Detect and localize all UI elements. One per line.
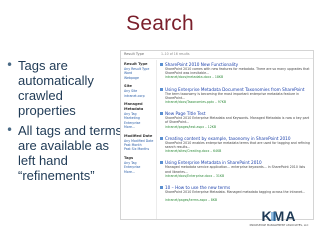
kma-logo-tagline: KNOWLEDGE MANAGEMENT ASSOCIATES, LLC [249,224,309,227]
result-snippet: SharePoint 2010 Enterprise Metadata. Man… [165,189,306,194]
result-title-link[interactable]: Using Enterprise Metadata Document Taxon… [165,87,312,92]
refiner-item[interactable]: Past Six Months [124,147,154,151]
refiner-item[interactable]: intranet.corp [124,94,154,98]
results-list: SharePoint 2010 New Functionality ShareP… [160,62,312,210]
slide-title: Search [126,12,194,35]
document-icon [160,63,163,66]
kma-logo: KMA KNOWLEDGE MANAGEMENT ASSOCIATES, LLC [247,209,311,231]
result-url[interactable]: intranet/docs/Enterprise.docx – 31KB [165,174,312,178]
results-count: 1–10 of 16 results [161,52,190,56]
refiner-group: Modified Date Any Modified Date Past Mon… [124,134,154,152]
refiner-item[interactable]: Webpage [124,76,154,80]
bullet-dot-icon: • [6,123,14,137]
document-icon [160,87,163,91]
document-icon [160,112,163,116]
result-snippet: The term taxonomy is becoming the most i… [165,91,299,100]
result-item: Using Enterprise Metadata in SharePoint … [160,160,312,178]
result-snippet: Managed metadata service application... … [165,165,306,174]
result-item: 10 – How to use the new terms SharePoint… [160,185,312,203]
result-snippet: SharePoint 2010 enables enterprise metad… [165,140,310,149]
document-icon [160,161,163,165]
bullet-text: Tags are automatically crawled propertie… [18,58,94,118]
refiner-heading: Modified Date [124,133,153,138]
refiner-group: Managed Metadata Any Tag Marketing Enter… [124,102,154,130]
bullet-text: All tags and terms are available as left… [18,123,123,183]
result-url[interactable]: intranet/pages/test.aspx – 12KB [165,125,312,129]
refinement-panel: Result Type Any Result Type Word Webpage… [121,60,157,219]
refiner-group: Tags Any Tag Enterprise More... [124,156,154,174]
kma-logo-accent [271,212,276,221]
result-item: New Page Title Test SharePoint 2010 Ente… [160,111,312,129]
refiner-item[interactable]: More... [124,170,154,174]
document-icon [160,136,163,140]
results-header-title: Result Type [124,52,144,56]
result-item: Creating content by example, taxonomy in… [160,136,312,154]
result-url[interactable]: intranet/pages/terms.aspx – 8KB [165,198,312,202]
refiner-group: Site Any Site intranet.corp [124,84,154,98]
bullet-list: • Tags are automatically crawled propert… [6,58,124,188]
refiner-group: Result Type Any Result Type Word Webpage [124,62,154,80]
result-snippet: SharePoint 2010 Enterprise Metadata and … [165,116,310,125]
refiner-heading: Managed Metadata [124,102,144,112]
result-item: SharePoint 2010 New Functionality ShareP… [160,62,312,80]
result-url[interactable]: intranet/docs/Taxonomies.pptx – 97KB [165,100,312,104]
refiner-item[interactable]: More... [124,125,154,129]
results-header: Result Type 1–10 of 16 results [121,51,313,59]
result-url[interactable]: intranet/docs/metadata.docx – 18KB [165,75,312,79]
search-results-screenshot: Result Type 1–10 of 16 results Result Ty… [120,50,314,220]
bullet-dot-icon: • [6,58,14,72]
bullet-item: • All tags and terms are available as le… [6,123,124,183]
bullet-item: • Tags are automatically crawled propert… [6,58,124,118]
kma-logo-text: KMA [262,209,297,223]
kma-logo-mark: KMA [262,209,297,223]
result-item: Using Enterprise Metadata Document Taxon… [160,87,312,105]
result-snippet: SharePoint 2010 comes with new features … [165,67,310,76]
document-icon [160,185,163,189]
result-url[interactable]: intranet/sites/Creating.docx – 64KB [165,149,312,153]
